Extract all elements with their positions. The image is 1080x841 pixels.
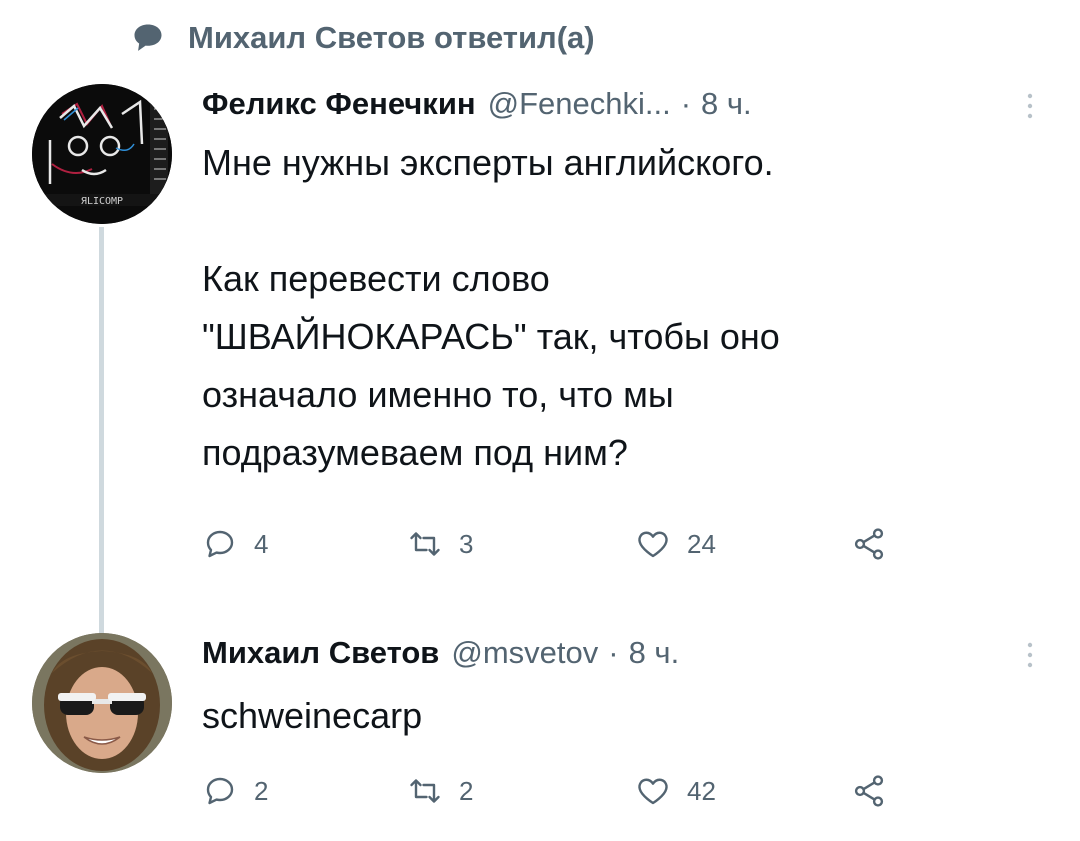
reply-button[interactable]: 4	[202, 526, 407, 562]
header-separator: ·	[608, 635, 619, 670]
tweet-text: Мне нужны эксперты английского. Как пере…	[202, 142, 780, 473]
more-options-icon[interactable]	[1018, 637, 1042, 677]
header-separator: ·	[680, 86, 692, 121]
reply-bubble-icon	[134, 24, 162, 51]
retweet-count: 3	[459, 528, 474, 559]
retweet-button[interactable]: 2	[407, 773, 635, 809]
like-button[interactable]: 42	[635, 773, 851, 809]
tweet-header: Феликс Фенечкин @Fenechki... · 8 ч.	[202, 86, 752, 122]
avatar-logo-text: ЯLICOMP	[81, 196, 123, 207]
avatar[interactable]	[32, 633, 172, 773]
tweet-mikhail[interactable]: Михаил Светов @msvetov · 8 ч. schweineca…	[0, 625, 1080, 825]
reply-button[interactable]: 2	[202, 773, 407, 809]
more-options-icon[interactable]	[1018, 88, 1042, 128]
tweet-text: schweinecarp	[202, 695, 423, 736]
action-bar: 2 2 42	[202, 773, 903, 809]
like-count: 42	[687, 775, 716, 806]
tweet-felix[interactable]: ЯLICOMP Феликс Фенечкин @Fenechki... · 8…	[0, 82, 1080, 707]
retweet-button[interactable]: 3	[407, 526, 635, 562]
retweet-count: 2	[459, 775, 474, 806]
heart-icon	[638, 531, 668, 558]
author-name[interactable]: Феликс Фенечкин	[202, 86, 476, 122]
retweet-icon	[410, 532, 440, 556]
tweet-timestamp[interactable]: 8 ч.	[701, 86, 752, 122]
author-name[interactable]: Михаил Светов	[202, 635, 439, 671]
reply-icon	[206, 777, 234, 805]
tweet-timestamp[interactable]: 8 ч.	[629, 635, 680, 671]
reply-icon	[206, 530, 234, 558]
reply-context-text: Михаил Светов ответил(а)	[188, 20, 595, 55]
tweet-header: Михаил Светов @msvetov · 8 ч.	[202, 635, 679, 671]
retweet-icon	[410, 779, 440, 803]
like-count: 24	[687, 528, 716, 559]
action-bar: 4 3 24	[202, 526, 903, 562]
share-icon	[854, 528, 884, 560]
author-handle[interactable]: @Fenechki...	[488, 86, 671, 122]
heart-icon	[638, 778, 668, 805]
reply-context[interactable]: Михаил Светов ответил(а)	[130, 20, 595, 56]
reply-count: 2	[254, 775, 269, 806]
author-handle[interactable]: @msvetov	[451, 635, 598, 671]
avatar-image: ЯLICOMP	[32, 84, 172, 224]
share-button[interactable]	[851, 526, 903, 562]
like-button[interactable]: 24	[635, 526, 851, 562]
share-icon	[854, 775, 884, 807]
reply-count: 4	[254, 528, 269, 559]
share-button[interactable]	[851, 773, 903, 809]
avatar[interactable]: ЯLICOMP	[32, 84, 172, 224]
avatar-image	[32, 633, 172, 773]
